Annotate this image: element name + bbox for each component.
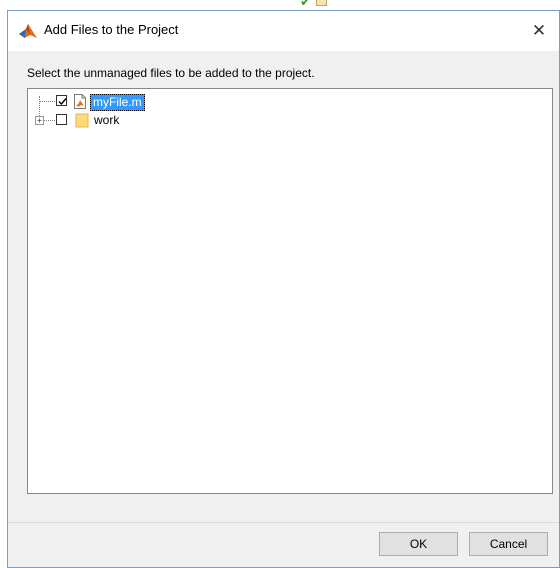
add-files-dialog: Add Files to the Project ✕ Select the un… [7,10,560,568]
close-button[interactable]: ✕ [519,11,559,51]
tree-item-label: myFile.m [90,94,145,111]
ok-button[interactable]: OK [379,532,458,556]
instruction-text: Select the unmanaged files to be added t… [27,66,315,80]
folder-icon [75,113,89,128]
expand-toggle[interactable]: + [35,116,44,125]
m-file-icon [73,94,87,109]
background-toolbar-fragment: ✔ [150,0,327,10]
matlab-logo-icon [18,21,38,41]
checkmark-icon: ✔ [300,0,311,9]
title-bar[interactable]: Add Files to the Project ✕ [8,11,559,51]
file-tree[interactable]: myFile.m + work [27,88,553,494]
close-icon: ✕ [531,21,547,40]
checkbox-myfile[interactable] [56,95,67,106]
tree-item-label: work [94,113,120,127]
tree-item-work[interactable]: + work [28,113,228,129]
document-icon [316,0,327,6]
cancel-button[interactable]: Cancel [469,532,548,556]
checkmark-icon [58,98,67,106]
footer-divider [8,522,559,523]
window-title: Add Files to the Project [44,22,179,37]
checkbox-work[interactable] [56,114,67,125]
tree-item-myfile[interactable]: myFile.m [28,94,228,111]
